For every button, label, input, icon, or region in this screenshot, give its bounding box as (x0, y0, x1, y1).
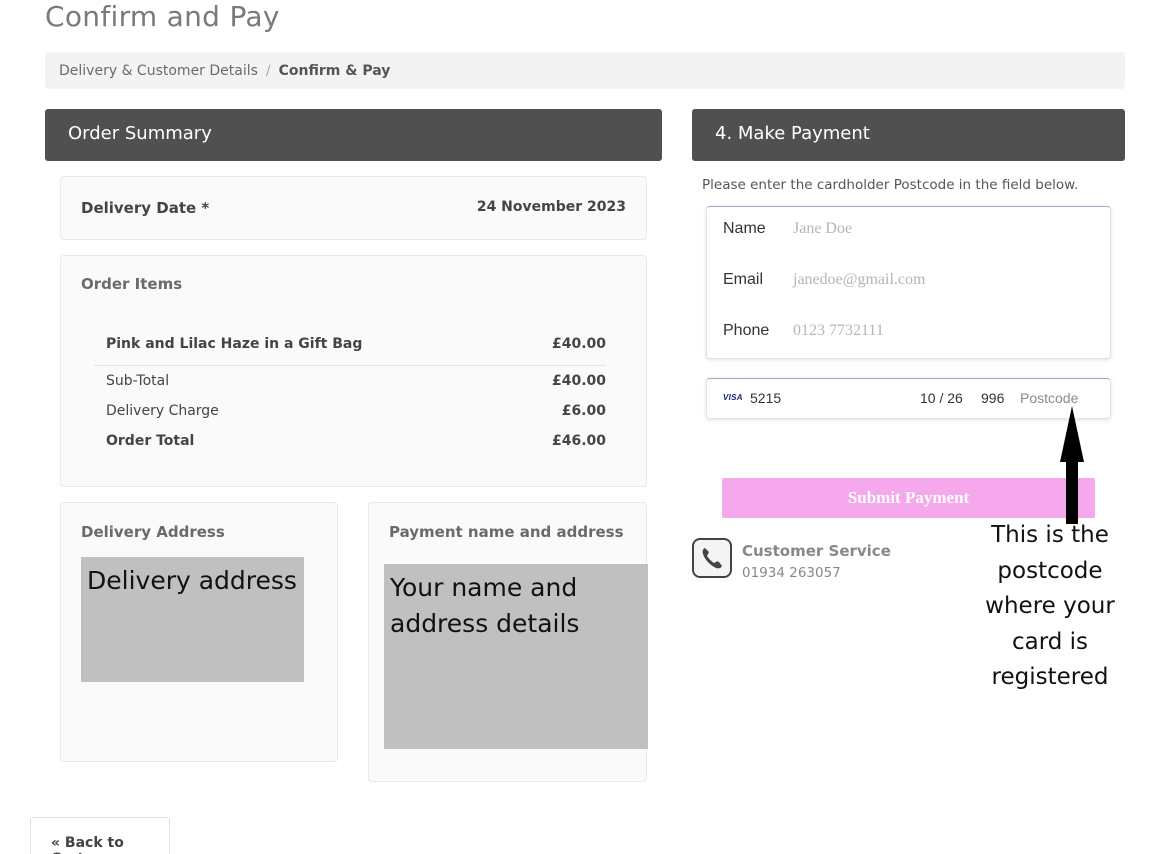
customer-service-title: Customer Service (742, 542, 891, 560)
delivery-address-label: Delivery Address (81, 523, 225, 541)
breadcrumb-separator: / (265, 62, 271, 79)
annotation-text: This is the postcode where your card is … (985, 522, 1115, 690)
annotation-arrow-icon (1060, 406, 1084, 524)
phone-label: Phone (723, 322, 770, 339)
email-row: Email janedoe@gmail.com (723, 271, 925, 289)
delivery-address-redaction: Delivery address (81, 557, 304, 682)
submit-payment-button[interactable]: Submit Payment (722, 478, 1095, 518)
payment-address-redaction: Your name and address details (384, 564, 648, 749)
card-expiry-input[interactable]: 10 / 26 (920, 390, 963, 406)
visa-icon: VISA (723, 393, 743, 402)
make-payment-header: 4. Make Payment (692, 109, 1125, 161)
order-items-card: Order Items Pink and Lilac Haze in a Gif… (60, 255, 647, 487)
order-item-name: Pink and Lilac Haze in a Gift Bag (106, 336, 363, 352)
delivery-date-label: Delivery Date * (81, 199, 210, 217)
breadcrumb: Delivery & Customer Details / Confirm & … (45, 52, 1125, 89)
payment-instructions: Please enter the cardholder Postcode in … (702, 177, 1079, 193)
order-items-label: Order Items (81, 275, 183, 293)
delivery-date-value: 24 November 2023 (476, 199, 626, 215)
delivery-charge-label: Delivery Charge (106, 403, 219, 419)
order-total-label: Order Total (106, 433, 195, 449)
phone-icon (692, 538, 732, 578)
card-input-field[interactable]: VISA 5215 10 / 26 996 Postcode (706, 378, 1111, 419)
card-number-input[interactable]: 5215 (750, 390, 781, 406)
order-items-table: Pink and Lilac Haze in a Gift Bag £40.00… (94, 330, 606, 456)
subtotal-label: Sub-Total (106, 373, 170, 389)
order-total-row: Order Total £46.00 (94, 426, 606, 456)
phone-input[interactable]: 0123 7732111 (793, 322, 884, 340)
page-title: Confirm and Pay (45, 0, 280, 33)
card-cvc-input[interactable]: 996 (981, 390, 1004, 406)
email-label: Email (723, 271, 764, 288)
delivery-charge-row: Delivery Charge £6.00 (94, 396, 606, 426)
delivery-charge-value: £6.00 (561, 403, 606, 419)
phone-row: Phone 0123 7732111 (723, 322, 884, 340)
order-total-value: £46.00 (551, 433, 606, 449)
order-summary-header: Order Summary (45, 109, 662, 161)
order-item-price: £40.00 (551, 336, 606, 352)
name-input[interactable]: Jane Doe (793, 220, 852, 238)
breadcrumb-current: Confirm & Pay (278, 62, 391, 79)
customer-service-phone[interactable]: 01934 263057 (742, 565, 841, 581)
payment-address-label: Payment name and address (389, 523, 624, 541)
email-input[interactable]: janedoe@gmail.com (793, 271, 925, 289)
order-item-row: Pink and Lilac Haze in a Gift Bag £40.00 (94, 330, 606, 366)
contact-form: Name Jane Doe Email janedoe@gmail.com Ph… (706, 206, 1111, 359)
payment-address-card: Payment name and address Your name and a… (368, 502, 648, 782)
delivery-address-card: Delivery Address Delivery address (60, 502, 338, 762)
subtotal-row: Sub-Total £40.00 (94, 366, 606, 396)
delivery-date-card: Delivery Date * 24 November 2023 (60, 176, 647, 240)
back-to-cart-button[interactable]: « Back to Cart (30, 817, 170, 854)
name-row: Name Jane Doe (723, 220, 852, 238)
breadcrumb-link-delivery[interactable]: Delivery & Customer Details (59, 63, 258, 79)
name-label: Name (723, 220, 766, 237)
subtotal-value: £40.00 (551, 373, 606, 389)
